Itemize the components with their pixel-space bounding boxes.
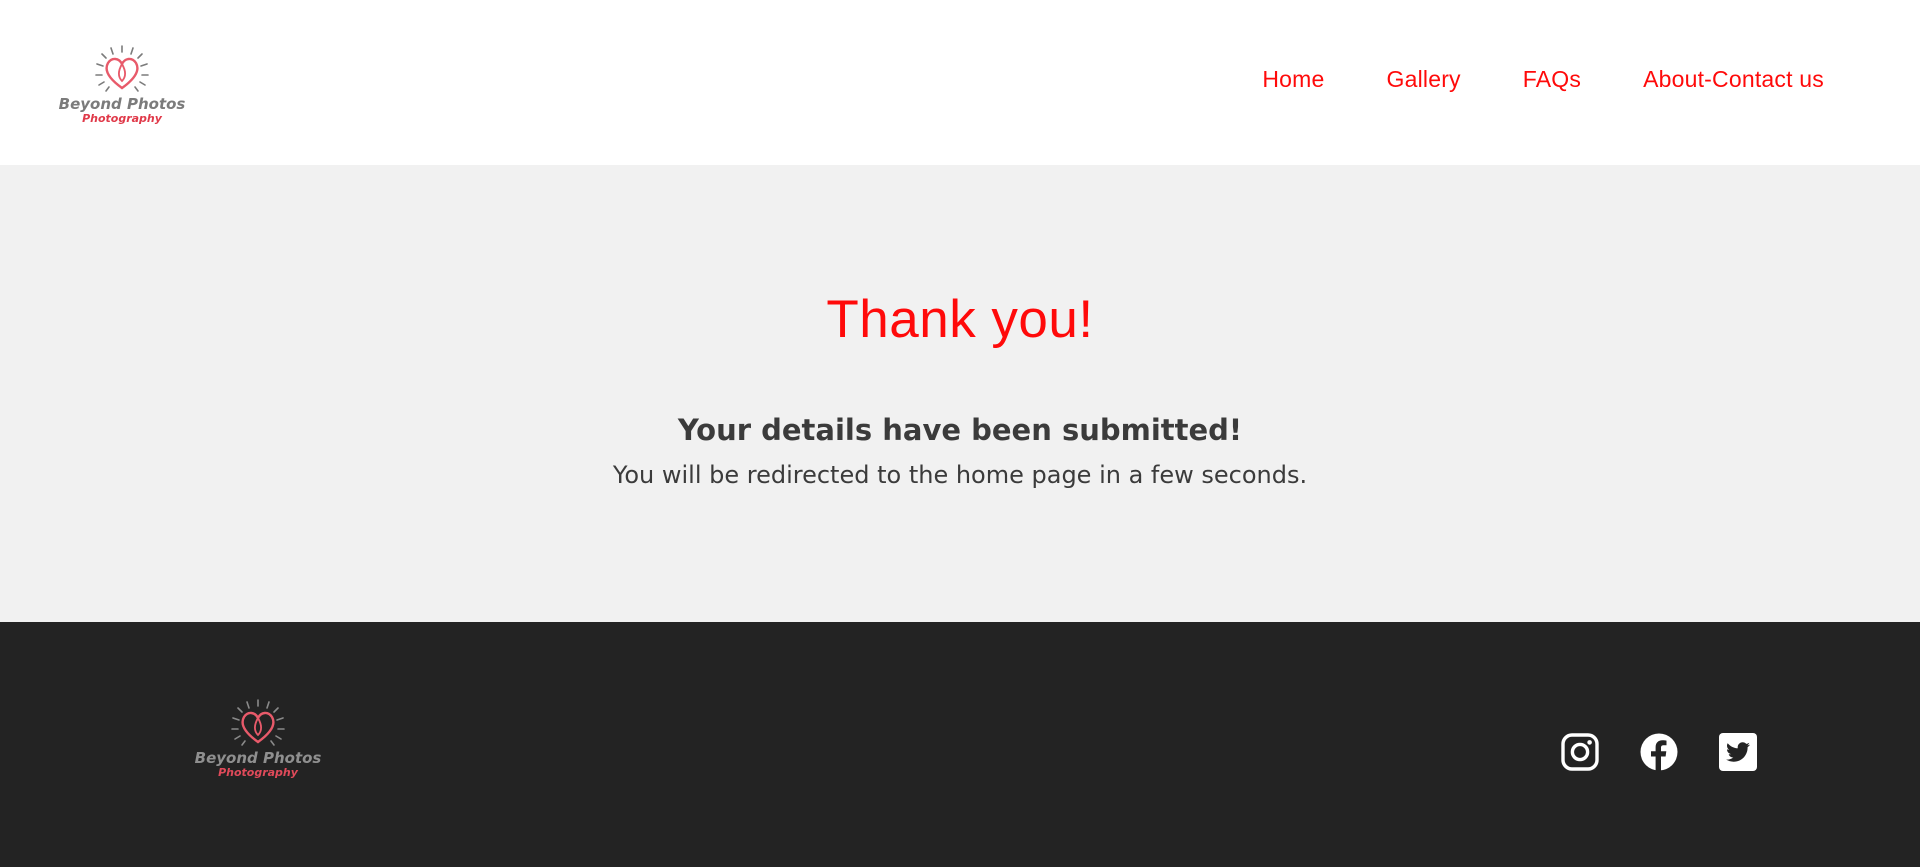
logo-text-line1: Beyond Photos xyxy=(59,95,186,113)
nav-item-about-contact[interactable]: About-Contact us xyxy=(1643,66,1824,93)
instagram-icon xyxy=(1561,733,1599,771)
submission-confirmation: Your details have been submitted! xyxy=(677,413,1243,447)
site-header: Beyond Photos Photography Home Gallery F… xyxy=(0,0,1920,165)
footer-logo[interactable]: Beyond Photos Photography xyxy=(194,698,322,780)
nav-item-home[interactable]: Home xyxy=(1262,66,1324,93)
main-nav: Home Gallery FAQs About-Contact us xyxy=(1262,62,1824,96)
logo-text-line2: Photography xyxy=(82,112,163,125)
facebook-link[interactable] xyxy=(1639,732,1679,772)
site-logo[interactable]: Beyond Photos Photography xyxy=(58,44,186,126)
social-links xyxy=(1560,730,1758,774)
nav-item-gallery[interactable]: Gallery xyxy=(1387,66,1461,93)
instagram-link[interactable] xyxy=(1560,732,1600,772)
nav-item-faqs[interactable]: FAQs xyxy=(1523,66,1581,93)
redirect-message: You will be redirected to the home page … xyxy=(612,461,1308,489)
twitter-icon xyxy=(1719,733,1757,771)
facebook-icon xyxy=(1640,733,1678,771)
thank-you-section: Thank you! Your details have been submit… xyxy=(0,165,1920,622)
footer-logo-text-line1: Beyond Photos xyxy=(195,749,322,767)
logo-image: Beyond Photos Photography xyxy=(59,45,186,125)
twitter-link[interactable] xyxy=(1718,732,1758,772)
footer-logo-image: Beyond Photos Photography xyxy=(195,699,322,779)
footer-logo-text-line2: Photography xyxy=(218,766,299,779)
page-title: Thank you! xyxy=(826,290,1094,349)
